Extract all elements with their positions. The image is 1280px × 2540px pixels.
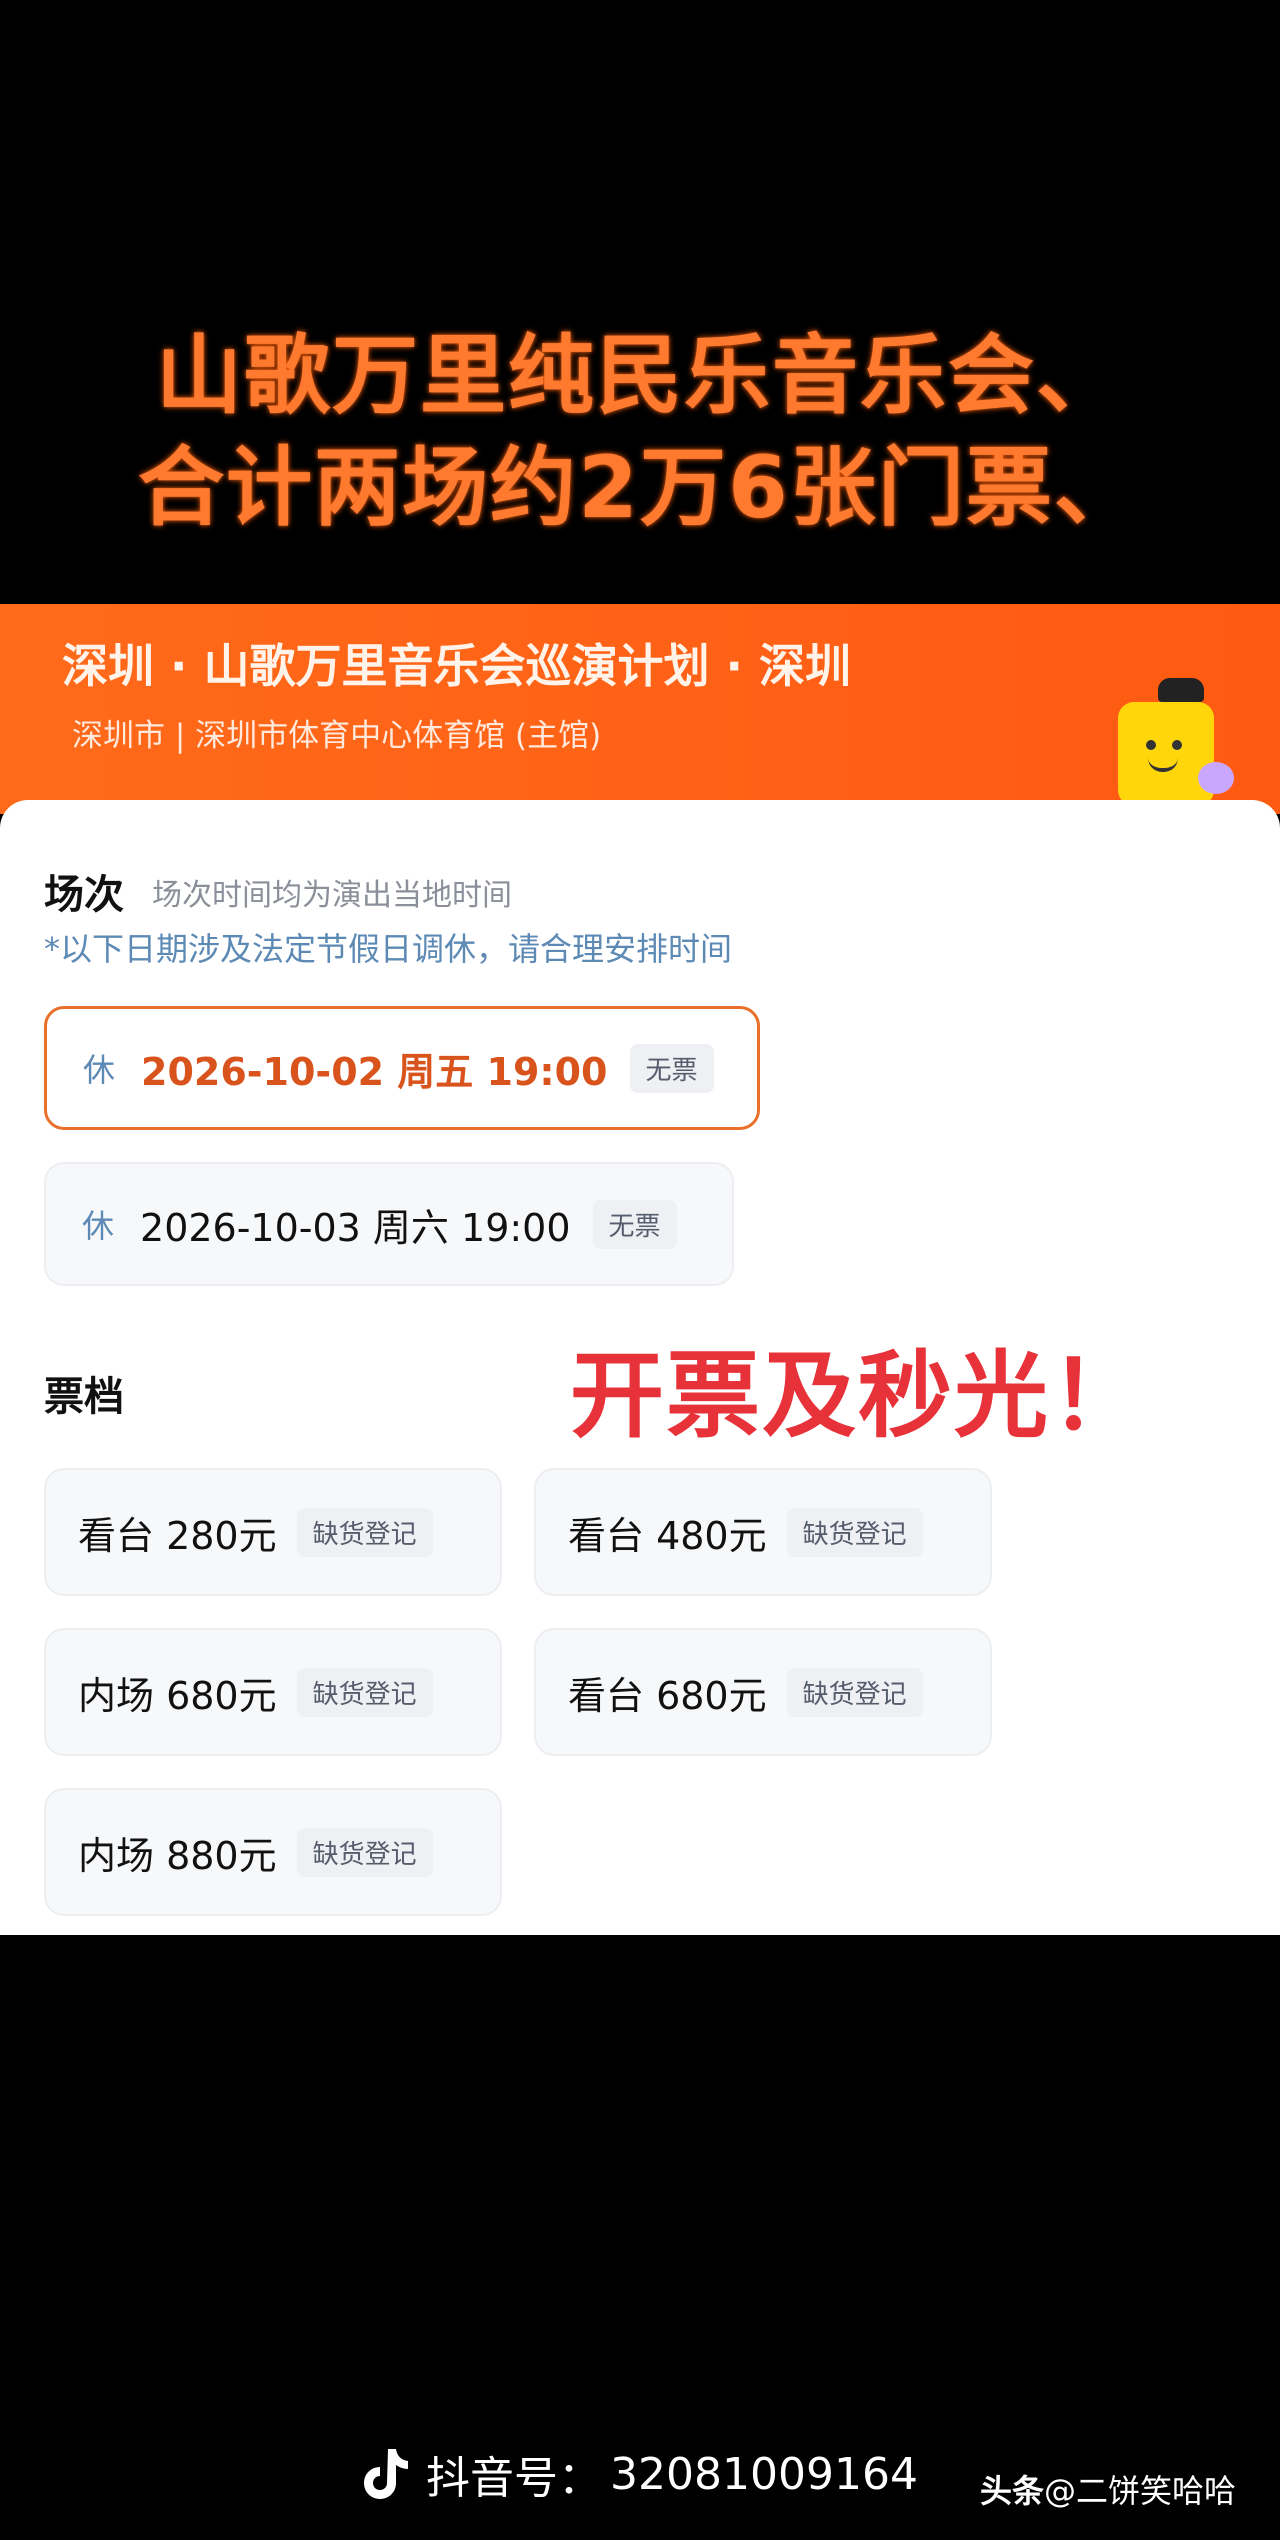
session-option-1[interactable]: 休 2026-10-02 周五 19:00 无票 bbox=[44, 1006, 760, 1130]
event-header: 深圳 · 山歌万里音乐会巡演计划 · 深圳 深圳市 | 深圳市体育中心体育馆 (… bbox=[0, 604, 1280, 814]
watermark-brand: 头条 bbox=[980, 2472, 1045, 2510]
waitlist-button[interactable]: 缺货登记 bbox=[296, 1667, 433, 1717]
tier-name: 看台 280元 bbox=[78, 1513, 277, 1558]
holiday-tag: 休 bbox=[82, 1207, 115, 1245]
watermark-user: @二饼笑哈哈 bbox=[1044, 2472, 1237, 2510]
tier-option-3[interactable]: 内场 680元 缺货登记 bbox=[44, 1628, 502, 1756]
sold-out-badge: 无票 bbox=[629, 1043, 714, 1093]
tier-name: 内场 880元 bbox=[78, 1833, 277, 1878]
douyin-label: 抖音号： bbox=[426, 2453, 602, 2504]
event-venue: 深圳市 | 深圳市体育中心体育馆 (主馆) bbox=[72, 718, 602, 754]
waitlist-button[interactable]: 缺货登记 bbox=[296, 1827, 433, 1877]
caption-line-1: 山歌万里纯民乐音乐会、 bbox=[156, 326, 1124, 426]
holiday-tag: 休 bbox=[83, 1051, 116, 1089]
sessions-title: 场次 bbox=[44, 872, 124, 918]
douyin-id-footer: 抖音号： 32081009164 bbox=[362, 2442, 918, 2506]
session-option-2[interactable]: 休 2026-10-03 周六 19:00 无票 bbox=[44, 1162, 734, 1286]
tier-name: 看台 680元 bbox=[568, 1673, 767, 1718]
douyin-id: 32081009164 bbox=[610, 2448, 918, 2500]
tier-name: 看台 480元 bbox=[568, 1513, 767, 1558]
waitlist-button[interactable]: 缺货登记 bbox=[296, 1507, 433, 1557]
toutiao-watermark: 头条@二饼笑哈哈 bbox=[980, 2466, 1236, 2512]
holiday-note: *以下日期涉及法定节假日调休，请合理安排时间 bbox=[44, 930, 733, 968]
video-caption: 山歌万里纯民乐音乐会、 合计两场约2万6张门票、 bbox=[0, 320, 1280, 544]
caption-line-2: 合计两场约2万6张门票、 bbox=[138, 438, 1142, 538]
sold-out-overlay-text: 开票及秒光！ bbox=[570, 1342, 1147, 1451]
tier-option-4[interactable]: 看台 680元 缺货登记 bbox=[534, 1628, 992, 1756]
mascot-icon bbox=[1118, 678, 1234, 806]
waitlist-button[interactable]: 缺货登记 bbox=[786, 1667, 923, 1717]
event-title: 深圳 · 山歌万里音乐会巡演计划 · 深圳 bbox=[62, 639, 852, 693]
ticket-selection-card: 场次 场次时间均为演出当地时间 *以下日期涉及法定节假日调休，请合理安排时间 休… bbox=[0, 800, 1280, 1935]
tier-option-1[interactable]: 看台 280元 缺货登记 bbox=[44, 1468, 502, 1596]
session-datetime: 2026-10-02 周五 19:00 bbox=[141, 1049, 608, 1094]
tier-option-5[interactable]: 内场 880元 缺货登记 bbox=[44, 1788, 502, 1916]
tiktok-icon bbox=[364, 2449, 408, 2499]
tier-name: 内场 680元 bbox=[78, 1673, 277, 1718]
tiers-title: 票档 bbox=[44, 1374, 124, 1420]
session-datetime: 2026-10-03 周六 19:00 bbox=[140, 1205, 571, 1250]
waitlist-button[interactable]: 缺货登记 bbox=[786, 1507, 923, 1557]
sold-out-badge: 无票 bbox=[592, 1199, 677, 1249]
sessions-subtitle: 场次时间均为演出当地时间 bbox=[152, 878, 512, 913]
tier-option-2[interactable]: 看台 480元 缺货登记 bbox=[534, 1468, 992, 1596]
